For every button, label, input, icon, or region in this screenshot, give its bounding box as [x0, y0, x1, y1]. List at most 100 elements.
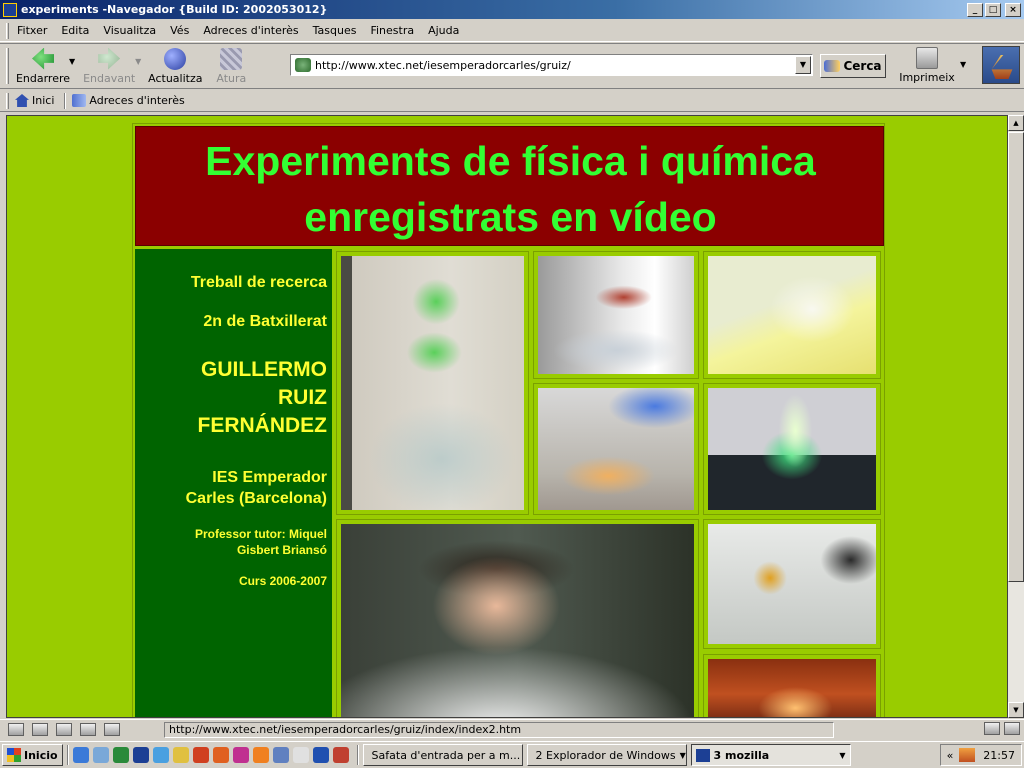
print-button[interactable]: Imprimeix	[898, 47, 956, 84]
photo-bunsen-burner[interactable]	[703, 519, 881, 649]
beaker-reaction-image	[538, 388, 694, 510]
scroll-down-arrow-icon[interactable]: ▼	[1008, 702, 1024, 718]
photo-balloon-flask[interactable]	[336, 251, 529, 515]
task-label: Safata d'entrada per a m...	[371, 748, 521, 762]
bunsen-burner-image	[708, 524, 876, 644]
quicklaunch-mozilla-icon[interactable]	[132, 747, 149, 763]
menu-help[interactable]: Ajuda	[428, 24, 459, 37]
minimize-button[interactable]: _	[967, 2, 983, 17]
forward-arrow-icon	[98, 47, 121, 70]
url-input[interactable]: http://www.xtec.net/iesemperadorcarles/g…	[315, 59, 795, 72]
quicklaunch-firefox-icon[interactable]	[252, 747, 269, 763]
vertical-scrollbar[interactable]: ▲ ▼	[1008, 115, 1024, 718]
scrollbar-thumb[interactable]	[1008, 132, 1024, 582]
search-label: Cerca	[843, 59, 882, 73]
restore-button[interactable]: □	[985, 2, 1001, 17]
online-status-icon[interactable]	[984, 722, 1000, 735]
group-arrow-icon: ▼	[839, 750, 846, 760]
stop-label: Atura	[216, 71, 247, 85]
home-button[interactable]: Inici	[15, 94, 54, 107]
start-button[interactable]: Inicio	[2, 744, 63, 766]
tray-expand-icon[interactable]: «	[947, 749, 954, 762]
composer-component-icon[interactable]	[56, 723, 72, 736]
home-label: Inici	[32, 94, 55, 107]
back-dropdown-icon[interactable]: ▼	[69, 57, 75, 66]
navigator-component-icon[interactable]	[8, 723, 24, 736]
photo-dissolving-can[interactable]	[533, 251, 699, 379]
menu-edit[interactable]: Edita	[61, 24, 89, 37]
window-title-bar[interactable]: experiments -Navegador {Build ID: 200205…	[0, 0, 1024, 19]
clock[interactable]: 21:57	[983, 749, 1015, 762]
dissolving-can-image	[538, 256, 694, 374]
status-indicators	[980, 722, 1020, 735]
school-line-2: Carles (Barcelona)	[185, 490, 327, 507]
quicklaunch-network-icon[interactable]	[272, 747, 289, 763]
reload-button[interactable]: Actualitza	[147, 47, 203, 85]
web-content-area[interactable]: Experiments de física i química enregist…	[6, 115, 1008, 718]
task-mozilla[interactable]: 3 mozilla ▼	[690, 744, 851, 766]
page-title-line-1: Experiments de física i química	[205, 138, 816, 184]
home-icon	[15, 94, 29, 107]
green-flame-image	[708, 388, 876, 510]
mail-component-icon[interactable]	[32, 723, 48, 736]
quicklaunch-panda-icon[interactable]	[292, 747, 309, 763]
menu-file[interactable]: Fitxer	[17, 24, 47, 37]
close-button[interactable]: ×	[1005, 2, 1021, 17]
toolbar-grip[interactable]	[6, 48, 9, 84]
search-button[interactable]: Cerca	[820, 54, 886, 78]
quicklaunch-media-icon[interactable]	[192, 747, 209, 763]
photo-inverted-flask[interactable]	[703, 251, 881, 379]
photo-orange-glow[interactable]	[703, 654, 881, 717]
menu-view[interactable]: Visualitza	[103, 24, 156, 37]
menu-tasks[interactable]: Tasques	[313, 24, 357, 37]
task-windows-explorer[interactable]: 2 Explorador de Windows ▼	[526, 744, 687, 766]
quicklaunch-paint-icon[interactable]	[232, 747, 249, 763]
menu-bookmarks[interactable]: Adreces d'interès	[203, 24, 298, 37]
quicklaunch-explorer-icon[interactable]	[152, 747, 169, 763]
menu-go[interactable]: Vés	[170, 24, 189, 37]
author-name: GUILLERMO RUIZ FERNÁNDEZ	[147, 356, 328, 440]
toolbar-grip[interactable]	[6, 22, 9, 39]
tray-app-icon[interactable]	[959, 748, 976, 762]
task-label: 3 mozilla	[713, 748, 770, 762]
addressbook-component-icon[interactable]	[80, 723, 96, 736]
quicklaunch-ie-icon[interactable]	[72, 747, 89, 763]
address-bar[interactable]: http://www.xtec.net/iesemperadorcarles/g…	[290, 54, 813, 76]
page-proxy-icon[interactable]	[295, 58, 311, 72]
school-name: IES Emperador Carles (Barcelona)	[147, 467, 327, 509]
stop-button[interactable]: Atura	[203, 47, 259, 85]
author-first-name: GUILLERMO	[201, 358, 327, 381]
irc-component-icon[interactable]	[104, 723, 120, 736]
task-mail-inbox[interactable]: Safata d'entrada per a m...	[362, 744, 523, 766]
quicklaunch-globe-icon[interactable]	[112, 747, 129, 763]
quicklaunch-desktop-icon[interactable]	[92, 747, 109, 763]
quicklaunch-word-icon[interactable]	[312, 747, 329, 763]
scroll-up-arrow-icon[interactable]: ▲	[1008, 115, 1024, 131]
windows-logo-icon	[7, 748, 21, 762]
quicklaunch-mail-icon[interactable]	[172, 747, 189, 763]
photo-student-portrait[interactable]	[336, 519, 699, 717]
task-label: 2 Explorador de Windows	[535, 748, 676, 762]
url-history-dropdown[interactable]: ▼	[795, 56, 811, 74]
bookmarks-icon	[72, 94, 87, 107]
quicklaunch-pdf-icon[interactable]	[332, 747, 349, 763]
toolbar-grip[interactable]	[6, 92, 9, 109]
back-label: Endarrere	[15, 71, 71, 85]
bookmarks-button[interactable]: Adreces d'interès	[72, 94, 185, 107]
printer-icon	[916, 47, 938, 69]
balloon-flask-image	[341, 256, 524, 510]
menu-window[interactable]: Finestra	[370, 24, 414, 37]
taskbar-separator	[66, 745, 69, 765]
author-surname-2: FERNÁNDEZ	[197, 414, 328, 437]
security-lock-icon[interactable]	[1004, 722, 1020, 735]
forward-dropdown-icon[interactable]: ▼	[135, 57, 141, 66]
page-title: Experiments de física i química enregist…	[136, 133, 885, 245]
quicklaunch-app-icon[interactable]	[212, 747, 229, 763]
back-button[interactable]: Endarrere	[15, 47, 71, 85]
print-dropdown-icon[interactable]: ▼	[960, 60, 966, 69]
throbber-logo[interactable]	[982, 46, 1020, 84]
forward-button[interactable]: Endavant	[81, 47, 137, 85]
photo-beaker-reaction[interactable]	[533, 383, 699, 515]
photo-green-flame[interactable]	[703, 383, 881, 515]
school-line-1: IES Emperador	[212, 469, 327, 486]
